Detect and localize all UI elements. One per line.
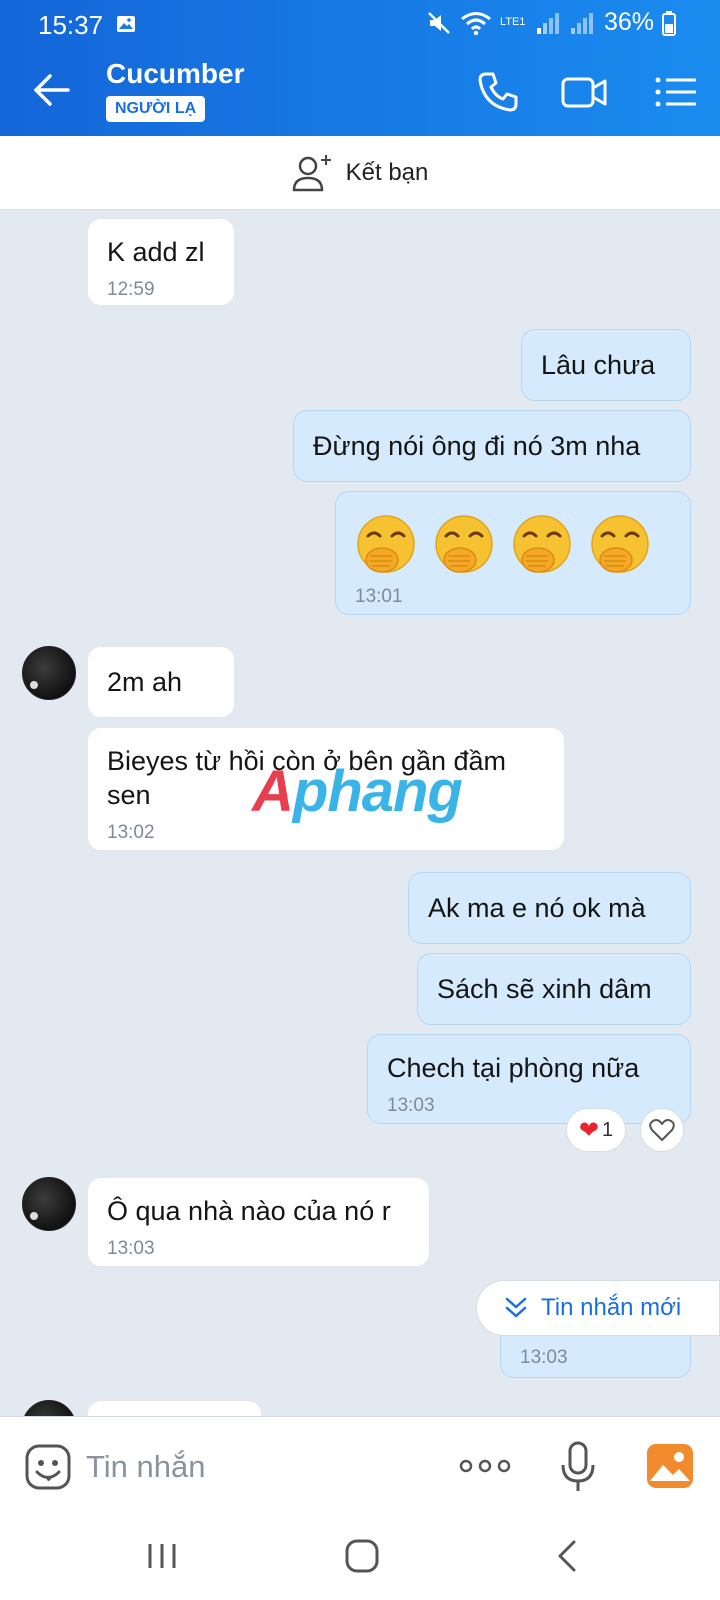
recent-apps-icon[interactable] [142,1536,182,1576]
message-bubble-outgoing-emoji[interactable]: 13:01 [335,491,691,615]
status-bar: 15:37 LTE1 36% [0,0,720,48]
system-back-icon[interactable] [548,1536,588,1576]
contact-avatar[interactable] [22,646,76,700]
add-friend-icon [292,154,331,191]
message-text: 2m ah [107,667,183,697]
battery-percent: 36% [603,8,654,36]
heart-icon: ❤ [578,1116,599,1144]
message-text: Ô qua nhà nào của nó r [107,1196,391,1226]
phone-call-icon[interactable] [474,68,522,116]
network-label: LTE1 [499,16,526,28]
double-chevron-down-icon [505,1297,527,1318]
message-bubble-outgoing[interactable]: Lâu chưa [521,329,691,401]
face-with-hand-over-mouth-emoji [513,515,571,573]
message-bubble-incoming[interactable]: K add zl 12:59 [87,218,235,306]
message-bubble-incoming[interactable]: Bieyes từ hồi còn ở bên gần đầm sen 13:0… [87,727,565,851]
face-with-hand-over-mouth-emoji [357,515,415,573]
signal-icon [536,12,559,34]
message-bubble-partial [87,1400,262,1416]
message-time: 13:03 [520,1347,568,1368]
stranger-badge: NGƯỜI LẠ [106,96,206,122]
message-text: Lâu chưa [541,350,656,380]
message-time: 13:03 [387,1095,435,1116]
message-text: Ak ma e nó ok mà [428,893,646,923]
face-with-hand-over-mouth-emoji [435,515,493,573]
reaction-count: 1 [601,1118,614,1141]
message-text-line2: sen [107,780,151,810]
status-indicators: LTE1 36% [426,8,676,37]
menu-list-icon[interactable] [652,68,700,116]
mute-icon [428,11,450,34]
more-options-icon[interactable] [458,1451,512,1481]
sticker-icon[interactable] [24,1443,72,1491]
message-bubble-outgoing[interactable]: Chech tại phòng nữa 13:03 [367,1034,691,1124]
react-heart-button[interactable] [640,1108,684,1152]
contact-name[interactable]: Cucumber [106,58,244,90]
message-time: 12:59 [107,279,155,300]
message-time: 13:03 [107,1238,155,1259]
new-messages-button[interactable]: Tin nhắn mới [476,1280,720,1336]
home-icon[interactable] [342,1536,382,1576]
message-input-bar [0,1416,720,1516]
message-text: Chech tại phòng nữa [387,1053,640,1083]
contact-avatar[interactable] [22,1400,76,1416]
add-friend-label: Kết bạn [345,158,429,186]
wifi-icon [461,11,491,35]
chat-header: Cucumber NGƯỜI LẠ [0,48,720,136]
face-with-hand-over-mouth-emoji [591,515,649,573]
image-notification-icon [117,16,135,32]
message-text: Đừng nói ông đi nó 3m nha [313,431,641,461]
contact-avatar[interactable] [22,1177,76,1231]
message-text: Sách sẽ xinh dâm [437,974,652,1004]
message-bubble-outgoing[interactable]: Đừng nói ông đi nó 3m nha [293,410,691,482]
status-time: 15:37 [38,10,104,40]
reaction-heart-count[interactable]: ❤ 1 [566,1108,626,1152]
message-bubble-incoming[interactable]: Ô qua nhà nào của nó r 13:03 [87,1177,430,1267]
gallery-image-icon[interactable] [646,1443,694,1489]
new-messages-label: Tin nhắn mới [541,1294,682,1321]
message-list[interactable]: K add zl 12:59 Lâu chưa Đừng nói ông đi … [0,210,720,1416]
message-time: 13:01 [355,586,403,607]
message-text: K add zl [107,237,205,267]
microphone-icon[interactable] [560,1441,596,1493]
message-input[interactable] [86,1445,426,1489]
message-bubble-incoming[interactable]: 2m ah [87,646,235,718]
back-arrow-icon[interactable] [30,68,74,112]
video-call-icon[interactable] [560,68,608,116]
message-text-line1: Bieyes từ hồi còn ở bên gần đầm [107,746,507,776]
signal-icon-2 [570,12,593,34]
system-nav-bar [0,1516,720,1600]
message-time: 13:02 [107,822,155,843]
message-bubble-outgoing[interactable]: Ak ma e nó ok mà [408,872,691,944]
message-bubble-outgoing[interactable]: Sách sẽ xinh dâm [417,953,691,1025]
heart-outline-icon [649,1119,675,1141]
add-friend-button[interactable]: Kết bạn [0,136,720,210]
battery-icon [662,10,676,36]
